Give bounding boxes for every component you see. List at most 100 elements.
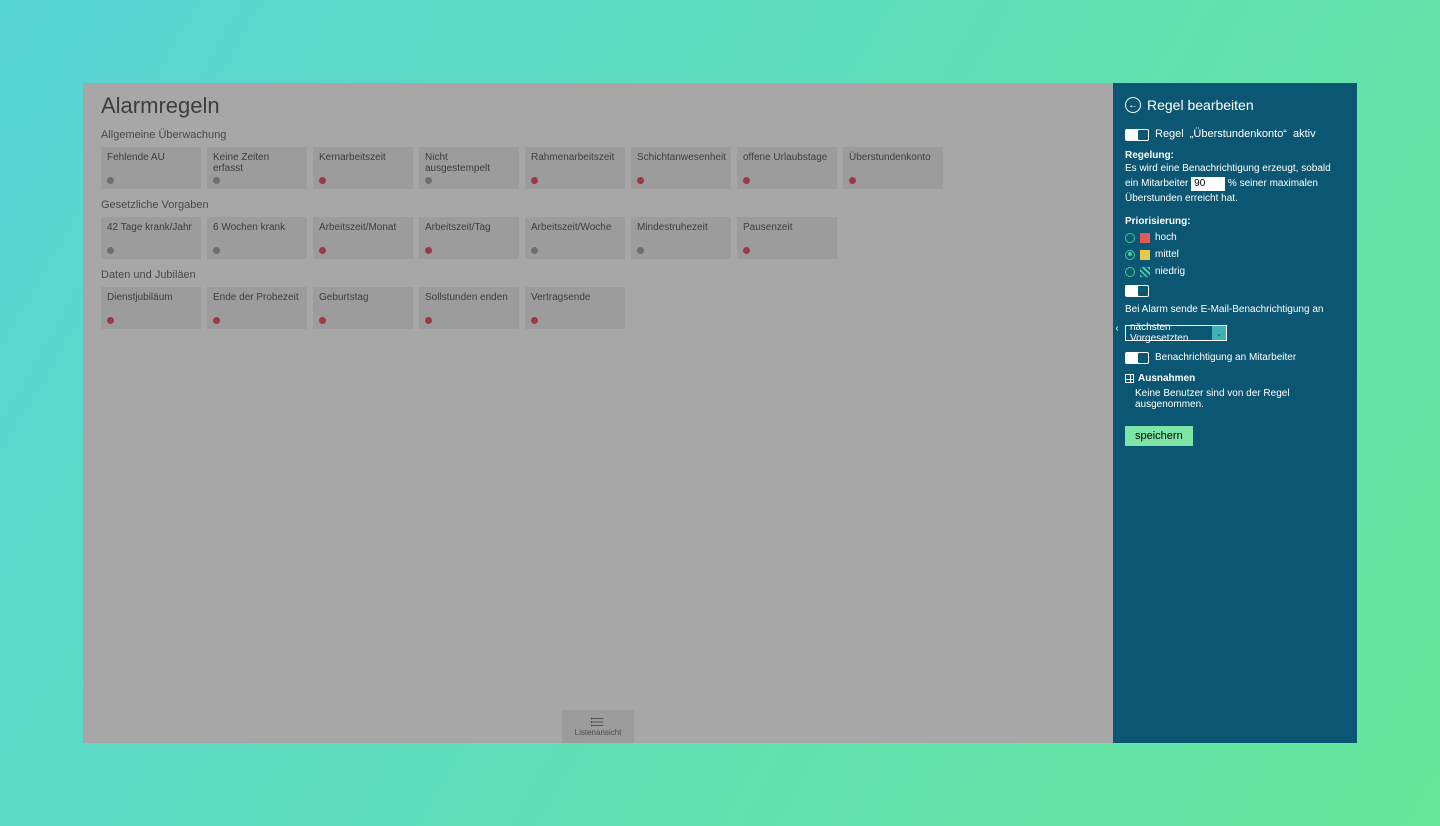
rule-card-title: Schichtanwesenheit (637, 152, 725, 163)
list-view-button[interactable]: Listenansicht (562, 710, 634, 743)
status-dot (107, 177, 114, 184)
section-label: Gesetzliche Vorgaben (101, 199, 1095, 211)
section-label: Daten und Jubiläen (101, 269, 1095, 281)
regelung-text: Es wird eine Benachrichtigung erzeugt, s… (1125, 161, 1345, 206)
rule-card[interactable]: Rahmenarbeitszeit (525, 147, 625, 189)
rule-card-title: Geburtstag (319, 292, 407, 303)
recipient-select-value: nächsten Vorgesetzten (1126, 322, 1212, 344)
status-dot (107, 247, 114, 254)
priority-radio-hoch[interactable] (1125, 233, 1135, 243)
rule-card-title: 6 Wochen krank (213, 222, 301, 233)
priority-label: mittel (1155, 249, 1179, 260)
rule-card-title: offene Urlaubstage (743, 152, 831, 163)
rule-card-title: Arbeitszeit/Tag (425, 222, 513, 233)
chevron-down-icon: ⌄ (1212, 326, 1226, 340)
rule-card[interactable]: Sollstunden enden (419, 287, 519, 329)
email-label: Bei Alarm sende E-Mail-Benachrichtigung … (1125, 303, 1323, 317)
priority-swatch (1140, 267, 1150, 277)
notify-employee-label: Benachrichtigung an Mitarbeiter (1155, 351, 1296, 365)
status-dot (213, 317, 220, 324)
rule-card-title: Dienstjubiläum (107, 292, 195, 303)
rule-card[interactable]: Pausenzeit (737, 217, 837, 259)
status-dot (743, 177, 750, 184)
rule-card[interactable]: Arbeitszeit/Tag (419, 217, 519, 259)
rule-card[interactable]: Ende der Probezeit (207, 287, 307, 329)
rule-card[interactable]: Mindestruhezeit (631, 217, 731, 259)
status-dot (107, 317, 114, 324)
priority-radio-mittel[interactable] (1125, 250, 1135, 260)
status-dot (213, 177, 220, 184)
panel-collapse-handle[interactable]: ‹ (1113, 319, 1121, 337)
threshold-input[interactable] (1191, 177, 1225, 191)
rule-card[interactable]: Kernarbeitszeit (313, 147, 413, 189)
list-icon (591, 716, 605, 728)
rule-card[interactable]: Schichtanwesenheit (631, 147, 731, 189)
rule-card[interactable]: Arbeitszeit/Woche (525, 217, 625, 259)
status-dot (319, 317, 326, 324)
rule-card-title: Rahmenarbeitszeit (531, 152, 619, 163)
rule-card[interactable]: Überstundenkonto (843, 147, 943, 189)
rule-card-title: Überstundenkonto (849, 152, 937, 163)
edit-panel: ‹ ← Regel bearbeiten Regel „Überstundenk… (1113, 83, 1357, 743)
exceptions-text: Keine Benutzer sind von der Regel ausgen… (1125, 388, 1345, 410)
rule-card[interactable]: 42 Tage krank/Jahr (101, 217, 201, 259)
status-dot (213, 247, 220, 254)
rule-card-title: Arbeitszeit/Monat (319, 222, 407, 233)
status-dot (425, 247, 432, 254)
priority-radio-niedrig[interactable] (1125, 267, 1135, 277)
status-dot (531, 317, 538, 324)
rule-card-title: Nicht ausgestempelt (425, 152, 513, 174)
email-toggle[interactable] (1125, 285, 1149, 297)
status-dot (743, 247, 750, 254)
priority-label: niedrig (1155, 266, 1185, 277)
rule-card-title: Vertragsende (531, 292, 619, 303)
rule-card[interactable]: Arbeitszeit/Monat (313, 217, 413, 259)
rule-card-title: Fehlende AU (107, 152, 195, 163)
status-dot (637, 177, 644, 184)
rule-card-title: Kernarbeitszeit (319, 152, 407, 163)
rule-active-name: „Überstundenkonto“ (1190, 127, 1287, 142)
page-title: Alarmregeln (101, 93, 1095, 119)
prio-label: Priorisierung: (1125, 216, 1345, 227)
grid-icon (1125, 374, 1134, 383)
recipient-select[interactable]: nächsten Vorgesetzten ⌄ (1125, 325, 1227, 341)
rule-card-title: Sollstunden enden (425, 292, 513, 303)
rule-card[interactable]: Vertragsende (525, 287, 625, 329)
rule-card[interactable]: Geburtstag (313, 287, 413, 329)
rule-card[interactable]: offene Urlaubstage (737, 147, 837, 189)
main-content: Alarmregeln Allgemeine Überwachung Fehlen… (83, 83, 1113, 743)
rule-card-title: 42 Tage krank/Jahr (107, 222, 195, 233)
rule-card-title: Mindestruhezeit (637, 222, 725, 233)
rule-active-post: aktiv (1293, 127, 1316, 142)
rule-card[interactable]: Dienstjubiläum (101, 287, 201, 329)
rule-card[interactable]: Keine Zeiten erfasst (207, 147, 307, 189)
status-dot (637, 247, 644, 254)
rule-card[interactable]: Fehlende AU (101, 147, 201, 189)
status-dot (531, 247, 538, 254)
back-icon[interactable]: ← (1125, 97, 1141, 113)
regelung-label: Regelung: (1125, 150, 1345, 161)
status-dot (849, 177, 856, 184)
priority-label: hoch (1155, 232, 1177, 243)
status-dot (425, 317, 432, 324)
panel-title: Regel bearbeiten (1147, 97, 1254, 113)
status-dot (425, 177, 432, 184)
notify-employee-toggle[interactable] (1125, 352, 1149, 364)
status-dot (319, 247, 326, 254)
save-button[interactable]: speichern (1125, 426, 1193, 446)
rule-card-title: Keine Zeiten erfasst (213, 152, 301, 174)
priority-swatch (1140, 233, 1150, 243)
section-label: Allgemeine Überwachung (101, 129, 1095, 141)
rule-active-pre: Regel (1155, 127, 1184, 142)
rule-card-title: Ende der Probezeit (213, 292, 301, 303)
rule-card[interactable]: 6 Wochen krank (207, 217, 307, 259)
rule-active-toggle[interactable] (1125, 129, 1149, 141)
rule-card[interactable]: Nicht ausgestempelt (419, 147, 519, 189)
status-dot (531, 177, 538, 184)
rule-card-title: Arbeitszeit/Woche (531, 222, 619, 233)
status-dot (319, 177, 326, 184)
priority-swatch (1140, 250, 1150, 260)
list-view-label: Listenansicht (575, 728, 622, 737)
rule-card-title: Pausenzeit (743, 222, 831, 233)
exceptions-label: Ausnahmen (1138, 373, 1195, 384)
